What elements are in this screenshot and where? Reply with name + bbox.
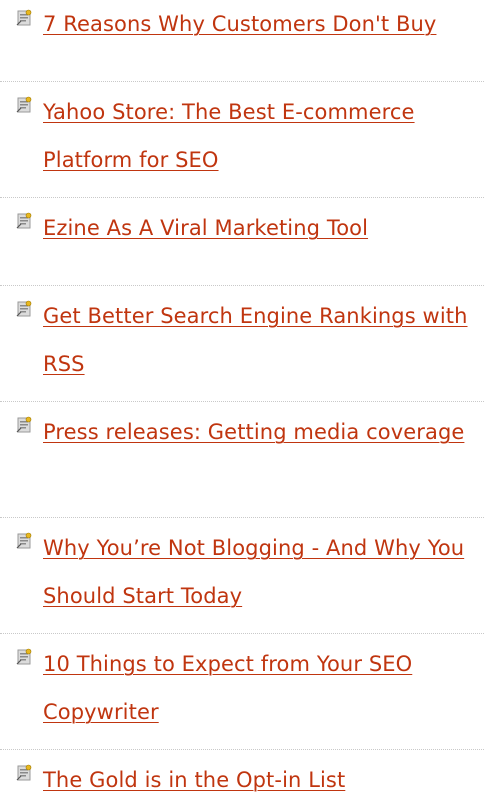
pushpin-note-icon bbox=[15, 416, 33, 434]
article-link[interactable]: Press releases: Getting media coverage bbox=[43, 420, 464, 444]
pushpin-note-icon bbox=[15, 9, 33, 27]
article-link[interactable]: Why You’re Not Blogging - And Why You Sh… bbox=[43, 536, 464, 608]
list-item: Yahoo Store: The Best E-commerce Platfor… bbox=[0, 82, 484, 198]
list-item: Get Better Search Engine Rankings with R… bbox=[0, 286, 484, 402]
list-item: Ezine As A Viral Marketing Tool bbox=[0, 198, 484, 286]
pushpin-note-icon bbox=[15, 212, 33, 230]
article-link[interactable]: 7 Reasons Why Customers Don't Buy bbox=[43, 12, 436, 36]
article-list: 7 Reasons Why Customers Don't Buy Yahoo … bbox=[0, 0, 484, 810]
list-item: Why You’re Not Blogging - And Why You Sh… bbox=[0, 518, 484, 634]
article-link[interactable]: Ezine As A Viral Marketing Tool bbox=[43, 216, 368, 240]
article-link[interactable]: The Gold is in the Opt-in List bbox=[43, 768, 345, 792]
list-item: Press releases: Getting media coverage bbox=[0, 402, 484, 518]
article-link[interactable]: Get Better Search Engine Rankings with R… bbox=[43, 304, 468, 376]
list-item: 10 Things to Expect from Your SEO Copywr… bbox=[0, 634, 484, 750]
list-item: 7 Reasons Why Customers Don't Buy bbox=[0, 0, 484, 82]
pushpin-note-icon bbox=[15, 96, 33, 114]
pushpin-note-icon bbox=[15, 648, 33, 666]
pushpin-note-icon bbox=[15, 532, 33, 550]
list-item: The Gold is in the Opt-in List bbox=[0, 750, 484, 810]
article-link[interactable]: 10 Things to Expect from Your SEO Copywr… bbox=[43, 652, 412, 724]
article-link[interactable]: Yahoo Store: The Best E-commerce Platfor… bbox=[43, 100, 415, 172]
pushpin-note-icon bbox=[15, 300, 33, 318]
pushpin-note-icon bbox=[15, 764, 33, 782]
